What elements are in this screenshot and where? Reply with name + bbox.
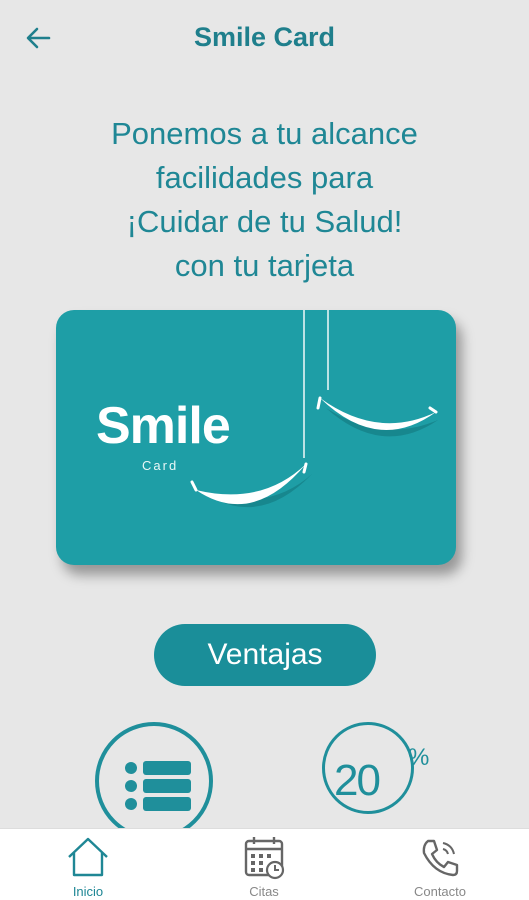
ventajas-button[interactable]: Ventajas [154, 624, 376, 686]
benefits-list-button[interactable] [95, 722, 213, 840]
smile-card-image: Smile Card [56, 300, 462, 572]
headline-line: ¡Cuidar de tu Salud! [126, 204, 403, 239]
app-header: Smile Card [0, 0, 529, 78]
calendar-icon [244, 837, 285, 880]
card-body: Smile Card [56, 310, 456, 565]
headline-line: Ponemos a tu alcance [111, 116, 418, 151]
nav-label: Contacto [413, 884, 467, 899]
home-icon [68, 837, 108, 877]
discount-value: 20 [334, 756, 381, 805]
nav-item-citas[interactable]: Citas [176, 829, 352, 900]
headline-line: con tu tarjeta [174, 248, 355, 283]
card-brand: Smile [96, 397, 231, 455]
screen: Smile Card Ponemos a tu alcance facilida… [0, 0, 529, 900]
bottom-nav: Inicio Citas Contacto [0, 828, 529, 900]
headline-line: facilidades para [155, 160, 374, 195]
nav-item-contacto[interactable]: Contacto [352, 829, 528, 900]
discount-percent-symbol: % [408, 744, 430, 771]
nav-item-inicio[interactable]: Inicio [0, 829, 176, 900]
nav-label: Inicio [72, 884, 104, 899]
nav-label: Citas [249, 884, 279, 899]
list-icon [125, 761, 191, 811]
headline: Ponemos a tu alcance facilidades para ¡C… [40, 112, 489, 288]
phone-icon [422, 839, 459, 877]
page-title: Smile Card [193, 22, 336, 52]
card-brand-sub: Card [142, 458, 179, 473]
